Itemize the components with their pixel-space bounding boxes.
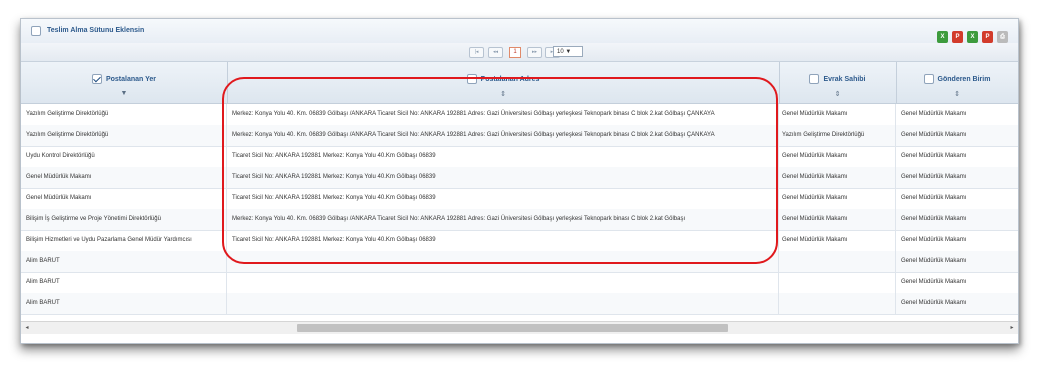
cell-postalanan-yer: Yazılım Geliştirme Direktörlüğü [21,104,227,125]
pdf-icon[interactable]: P [952,31,963,43]
column-label: Postalanan Adres [480,75,540,83]
cell-postalanan-adres: Ticaret Sicil No: ANKARA 192881 Merkez: … [227,230,779,251]
column-label: Postalanan Yer [105,75,157,83]
column-header-postalanan-adres[interactable]: Postalanan Adres ⇕ [227,62,780,103]
excel-icon[interactable]: X [967,31,978,43]
column-checkbox[interactable] [91,74,102,84]
cell-gonderen-birim: Genel Müdürlük Makamı [901,174,967,180]
page-number-input[interactable]: 1 [509,47,521,58]
cell-evrak-sahibi [779,272,896,293]
column-header-evrak-sahibi[interactable]: Evrak Sahibi ⇕ [779,62,897,103]
scroll-right-icon[interactable]: ▸ [1008,324,1016,332]
scrollbar-thumb[interactable] [297,324,728,332]
cell-evrak-sahibi: Genel Müdürlük Makamı [779,167,896,188]
table-row[interactable]: Genel Müdürlük Makamı Ticaret Sicil No: … [21,188,1018,210]
export-buttons: X P X P ⎙ [937,31,1008,43]
first-page-button[interactable]: |◂ [469,47,484,58]
cell-gonderen-birim: Genel Müdürlük Makamı [901,279,967,285]
table-row[interactable]: Genel Müdürlük Makamı Ticaret Sicil No: … [21,167,1018,189]
cell-postalanan-adres: Merkez: Konya Yolu 40. Km. 06839 Gölbaşı… [227,209,779,230]
sort-icon[interactable]: ⇕ [779,90,896,98]
cell-evrak-sahibi: Genel Müdürlük Makamı [779,188,896,209]
cell-gonderen-birim: Genel Müdürlük Makamı [901,111,967,117]
column-checkbox[interactable] [923,74,934,84]
column-label: Gönderen Birim [937,75,991,83]
table-row[interactable]: Alim BARUT Genel Müdürlük Makamı [21,251,1018,273]
cell-gonderen-birim: Genel Müdürlük Makamı [901,258,967,264]
cell-gonderen-birim: Genel Müdürlük Makamı [901,216,967,222]
teslim-alma-label: Teslim Alma Sütunu Eklensin [47,27,145,34]
column-checkbox[interactable] [809,74,820,84]
cell-postalanan-yer: Alim BARUT [21,251,227,272]
column-label: Evrak Sahibi [823,75,866,83]
pdf-icon[interactable]: P [982,31,993,43]
sort-icon[interactable]: ⇕ [896,90,1018,98]
horizontal-scrollbar[interactable]: ◂ ▸ [21,321,1018,334]
cell-postalanan-adres: Merkez: Konya Yolu 40. Km. 06839 Gölbaşı… [227,125,779,146]
cell-postalanan-yer: Genel Müdürlük Makamı [21,188,227,209]
cell-evrak-sahibi: Genel Müdürlük Makamı [779,104,896,125]
cell-evrak-sahibi: Genel Müdürlük Makamı [779,230,896,251]
column-header-postalanan-yer[interactable]: Postalanan Yer ▼ [21,62,228,103]
cell-gonderen-birim: Genel Müdürlük Makamı [901,195,967,201]
sort-desc-icon[interactable]: ▼ [21,90,227,97]
cell-gonderen-birim: Genel Müdürlük Makamı [901,132,967,138]
cell-evrak-sahibi: Genel Müdürlük Makamı [779,146,896,167]
cell-postalanan-adres [227,272,779,293]
cell-postalanan-yer: Genel Müdürlük Makamı [21,167,227,188]
cell-postalanan-yer: Bilişim Hizmetleri ve Uydu Pazarlama Gen… [21,230,227,251]
pager: |◂ ◂◂ 1 ▸▸ ▸| 10 ▼ [21,43,1018,62]
cell-postalanan-yer: Yazılım Geliştirme Direktörlüğü [21,125,227,146]
cell-postalanan-yer: Bilişim İş Geliştirme ve Proje Yönetimi … [21,209,227,230]
cell-evrak-sahibi: Genel Müdürlük Makamı [779,209,896,230]
page-size-select[interactable]: 10 ▼ [553,46,583,57]
print-icon[interactable]: ⎙ [997,31,1008,43]
cell-postalanan-yer: Uydu Kontrol Direktörlüğü [21,146,227,167]
sort-icon[interactable]: ⇕ [227,90,779,98]
table-row[interactable]: Uydu Kontrol Direktörlüğü Ticaret Sicil … [21,146,1018,168]
grid-body: Yazılım Geliştirme Direktörlüğü Merkez: … [21,104,1018,321]
table-row[interactable]: Bilişim Hizmetleri ve Uydu Pazarlama Gen… [21,230,1018,252]
cell-postalanan-adres [227,251,779,272]
cell-evrak-sahibi: Yazılım Geliştirme Direktörlüğü [779,125,896,146]
cell-postalanan-adres [227,293,779,314]
cell-gonderen-birim: Genel Müdürlük Makamı [901,300,967,306]
cell-postalanan-adres: Ticaret Sicil No: ANKARA 192881 Merkez: … [227,188,779,209]
table-row[interactable]: Yazılım Geliştirme Direktörlüğü Merkez: … [21,104,1018,126]
table-row[interactable]: Alim BARUT Genel Müdürlük Makamı [21,293,1018,315]
grid-footer [21,334,1018,343]
table-row[interactable]: Yazılım Geliştirme Direktörlüğü Merkez: … [21,125,1018,147]
scroll-left-icon[interactable]: ◂ [23,324,31,332]
grid-panel: Teslim Alma Sütunu Eklensin X P X P ⎙ |◂… [20,18,1019,344]
grid-header: Postalanan Yer ▼ Postalanan Adres ⇕ Evra… [21,62,1018,104]
column-header-gonderen-birim[interactable]: Gönderen Birim ⇕ [896,62,1018,103]
cell-postalanan-adres: Ticaret Sicil No: ANKARA 192881 Merkez: … [227,167,779,188]
prev-page-button[interactable]: ◂◂ [488,47,503,58]
cell-postalanan-yer: Alim BARUT [21,272,227,293]
cell-evrak-sahibi [779,251,896,272]
cell-postalanan-yer: Alim BARUT [21,293,227,314]
cell-evrak-sahibi [779,293,896,314]
cell-postalanan-adres: Merkez: Konya Yolu 40. Km. 06839 Gölbaşı… [227,104,779,125]
table-row[interactable]: Bilişim İş Geliştirme ve Proje Yönetimi … [21,209,1018,231]
column-checkbox[interactable] [466,74,477,84]
next-page-button[interactable]: ▸▸ [527,47,542,58]
grid-toolbar: Teslim Alma Sütunu Eklensin X P X P ⎙ [21,19,1018,44]
cell-gonderen-birim: Genel Müdürlük Makamı [901,153,967,159]
cell-gonderen-birim: Genel Müdürlük Makamı [901,237,967,243]
teslim-alma-checkbox[interactable] [31,26,41,36]
cell-postalanan-adres: Ticaret Sicil No: ANKARA 192881 Merkez: … [227,146,779,167]
table-row[interactable]: Alim BARUT Genel Müdürlük Makamı [21,272,1018,294]
excel-icon[interactable]: X [937,31,948,43]
